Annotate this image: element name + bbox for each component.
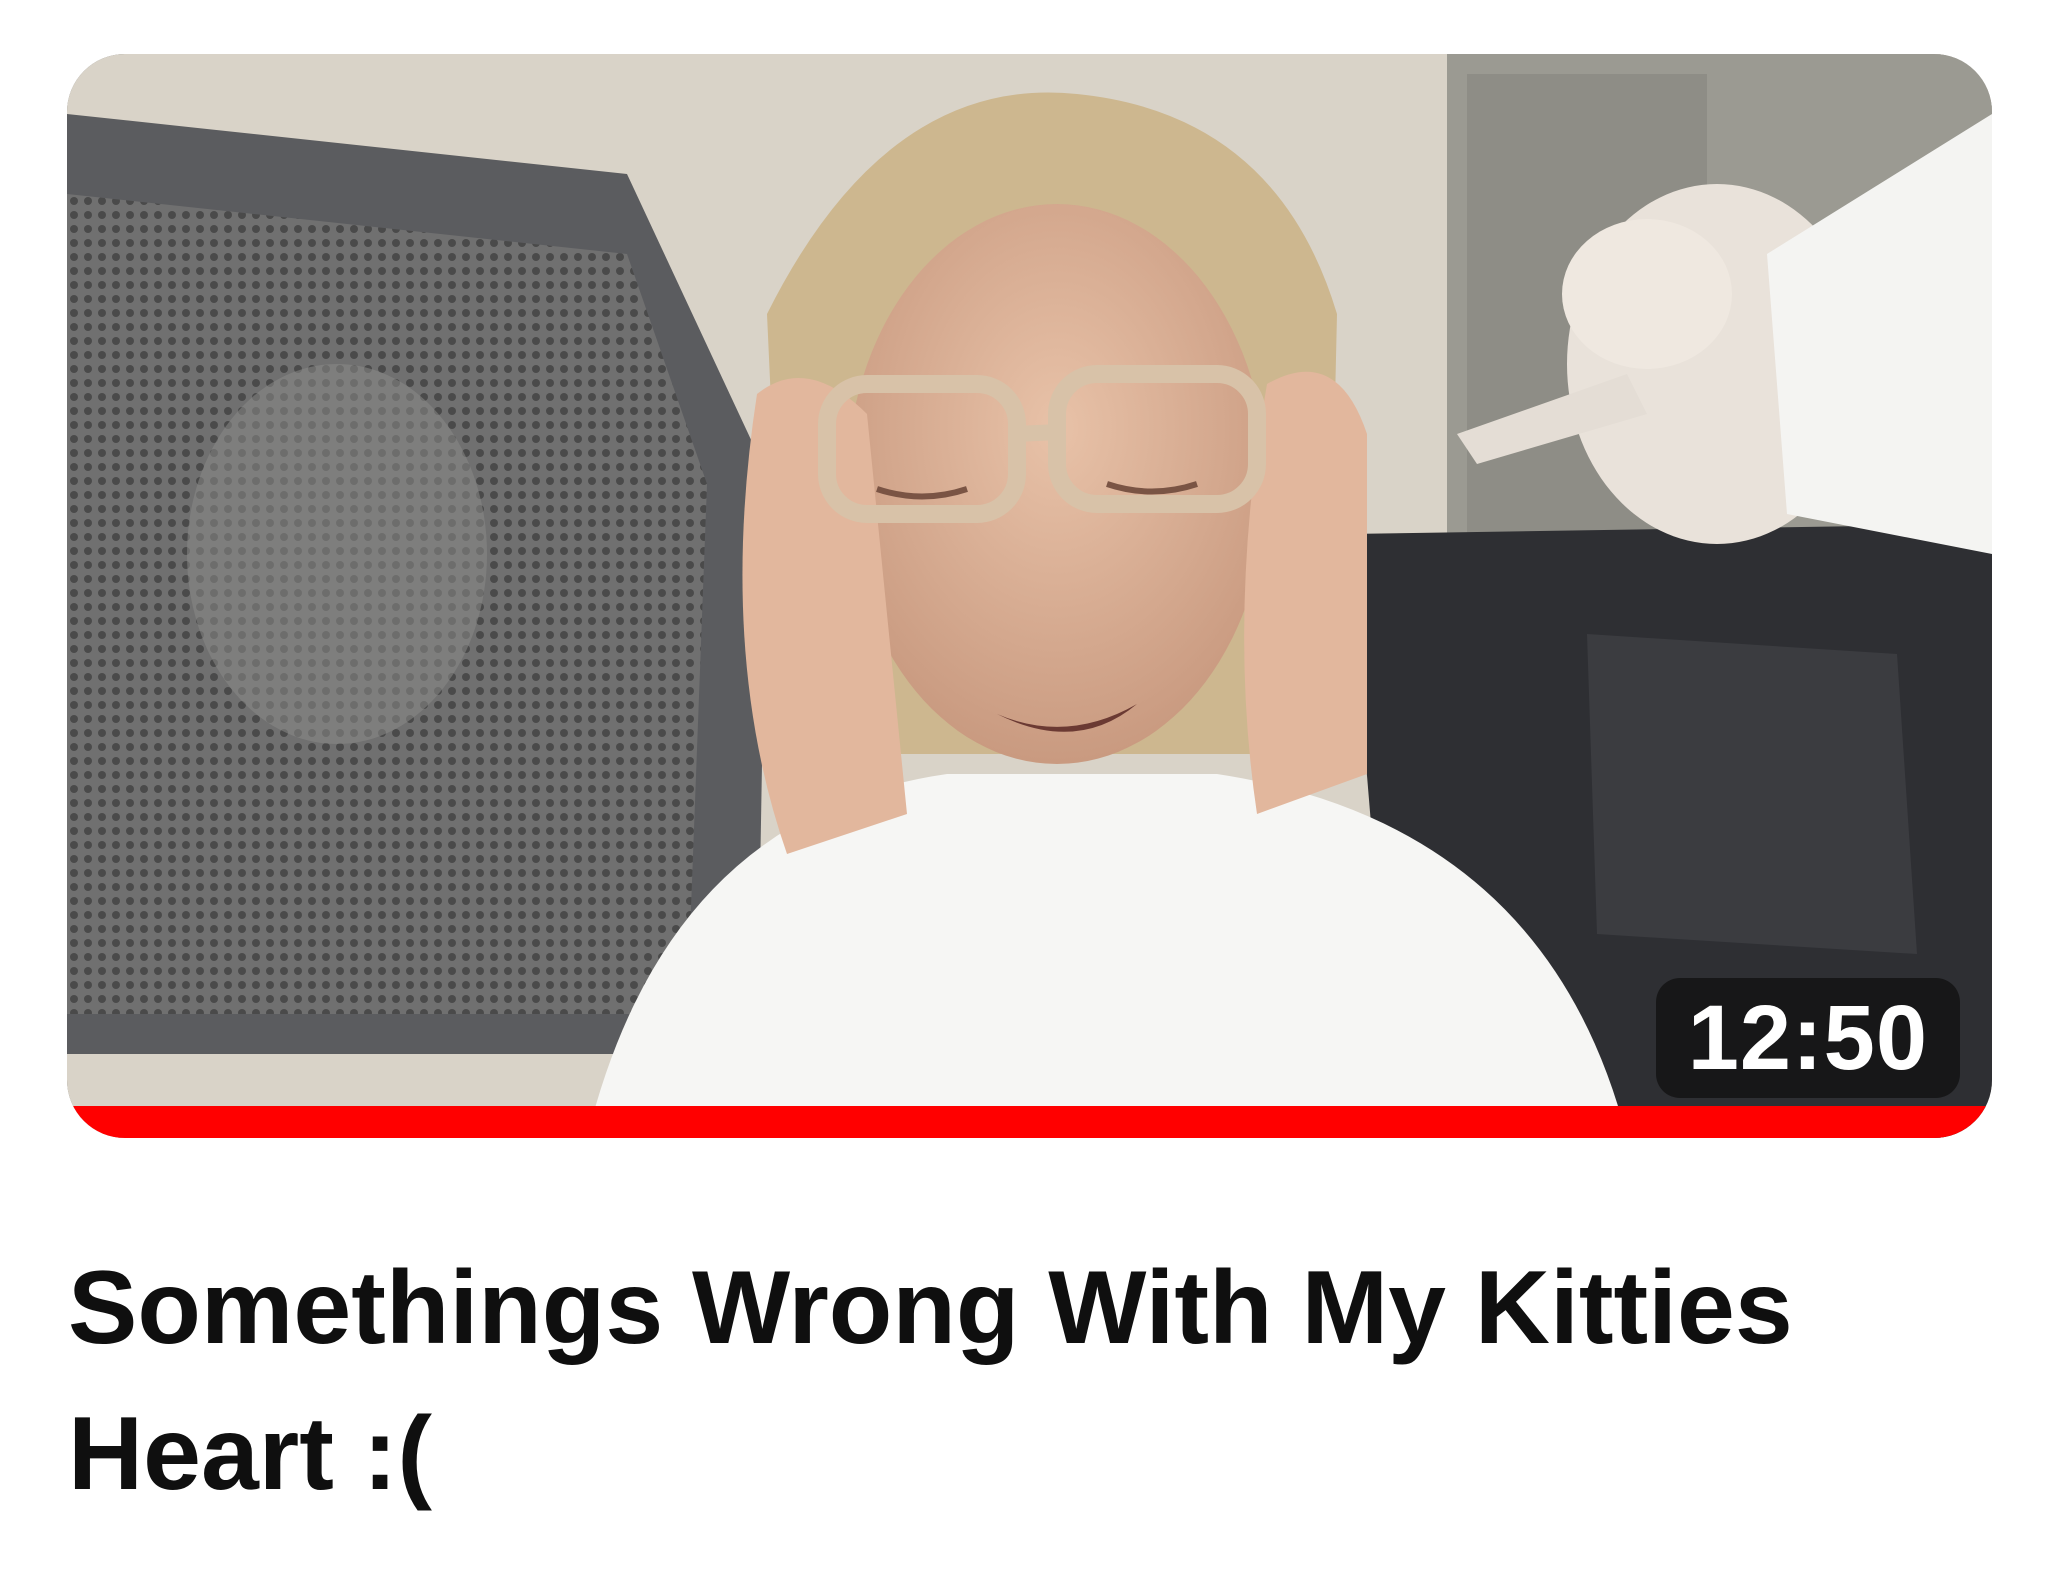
video-card[interactable]: 12:50 Somethings Wrong With My Kitties H… [0,0,2048,1584]
duration-badge: 12:50 [1655,978,1960,1098]
video-thumbnail[interactable]: 12:50 [67,54,1992,1138]
watch-progress-bar [67,1106,1992,1138]
watch-progress-track [67,1106,1992,1138]
thumbnail-image [67,54,1992,1138]
video-title[interactable]: Somethings Wrong With My Kitties Heart :… [68,1235,1868,1527]
